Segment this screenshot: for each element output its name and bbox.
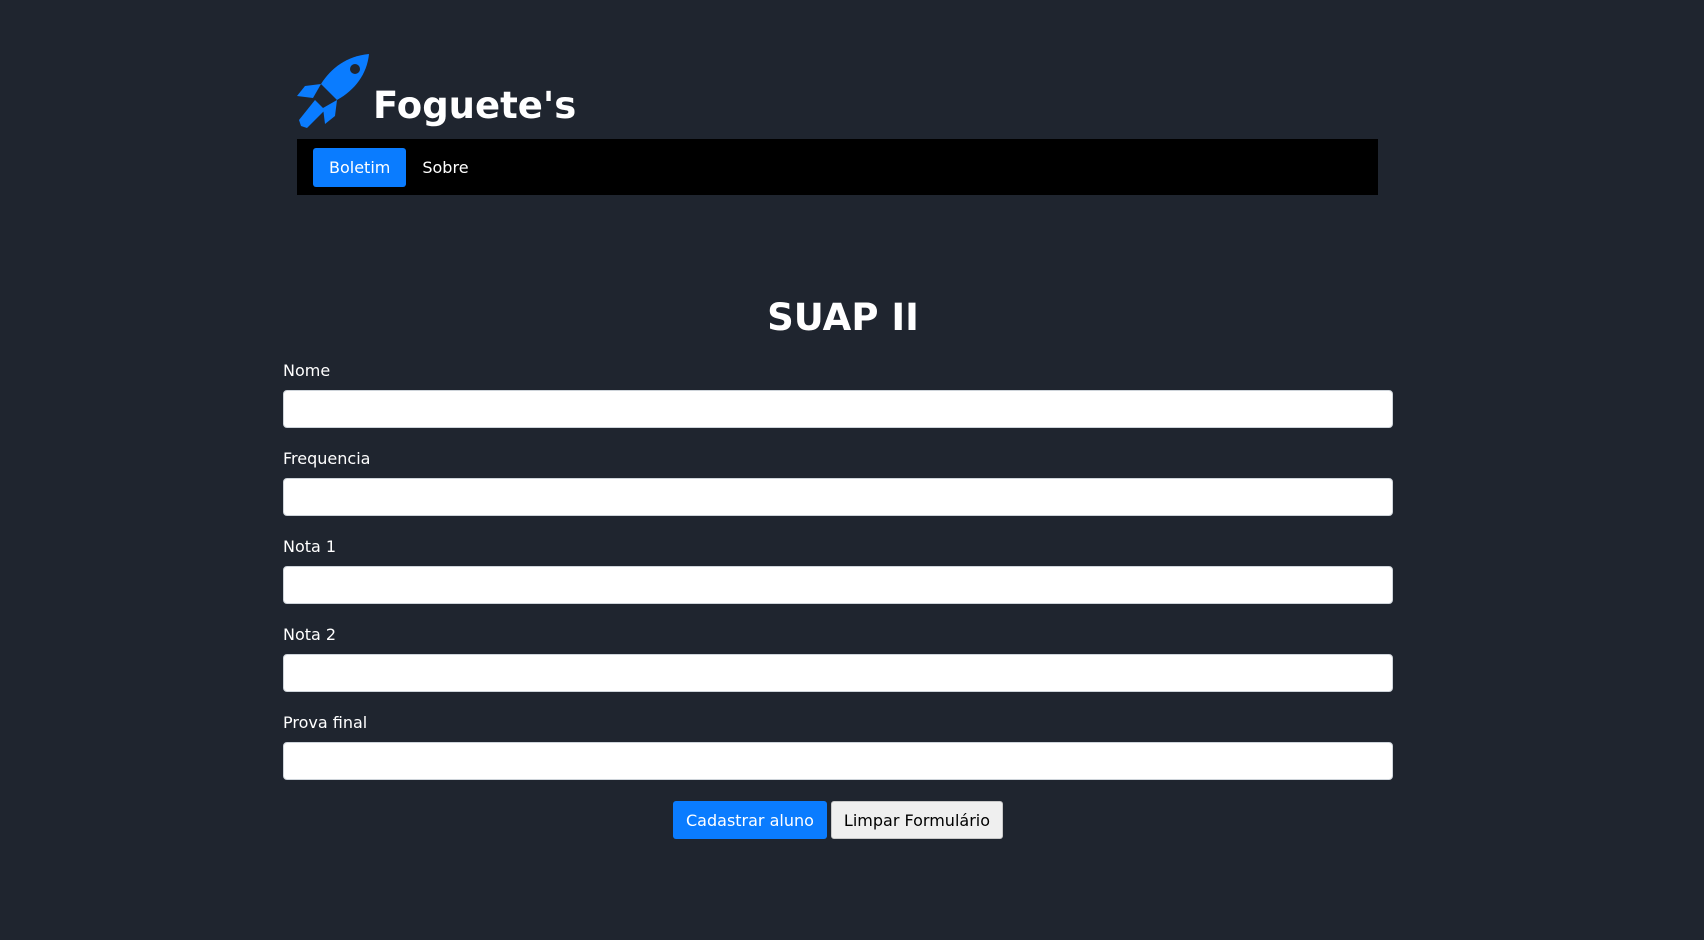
form-group-nota2: Nota 2 xyxy=(283,625,1393,692)
frequencia-label: Frequencia xyxy=(283,449,371,468)
reset-button[interactable]: Limpar Formulário xyxy=(830,801,1003,839)
nav-item-boletim[interactable]: Boletim xyxy=(313,147,407,187)
nome-label: Nome xyxy=(283,361,331,380)
nota1-label: Nota 1 xyxy=(283,537,337,556)
nota2-input[interactable] xyxy=(283,654,1393,692)
form-group-frequencia: Frequencia xyxy=(283,449,1393,516)
form-group-nota1: Nota 1 xyxy=(283,537,1393,604)
form-group-prova-final: Prova final xyxy=(283,713,1393,780)
frequencia-input[interactable] xyxy=(283,478,1393,516)
nav-item-sobre[interactable]: Sobre xyxy=(406,148,484,187)
nota1-input[interactable] xyxy=(283,566,1393,604)
brand: Foguete's xyxy=(297,52,1378,130)
page-title: SUAP II xyxy=(767,296,919,339)
rocket-icon xyxy=(297,54,373,130)
prova-final-label: Prova final xyxy=(283,713,368,732)
main-content: SUAP II Nome Frequencia Nota 1 Nota 2 Pr… xyxy=(283,290,1393,839)
nota2-label: Nota 2 xyxy=(283,625,337,644)
navbar: Boletim Sobre xyxy=(297,139,1378,195)
student-form: Nome Frequencia Nota 1 Nota 2 Prova fina… xyxy=(283,361,1393,839)
form-group-nome: Nome xyxy=(283,361,1393,428)
prova-final-input[interactable] xyxy=(283,742,1393,780)
submit-button[interactable]: Cadastrar aluno xyxy=(673,801,827,839)
site-header: Foguete's Boletim Sobre xyxy=(297,52,1378,195)
nome-input[interactable] xyxy=(283,390,1393,428)
brand-title: Foguete's xyxy=(373,84,577,127)
form-actions: Cadastrar aluno Limpar Formulário xyxy=(283,801,1393,839)
